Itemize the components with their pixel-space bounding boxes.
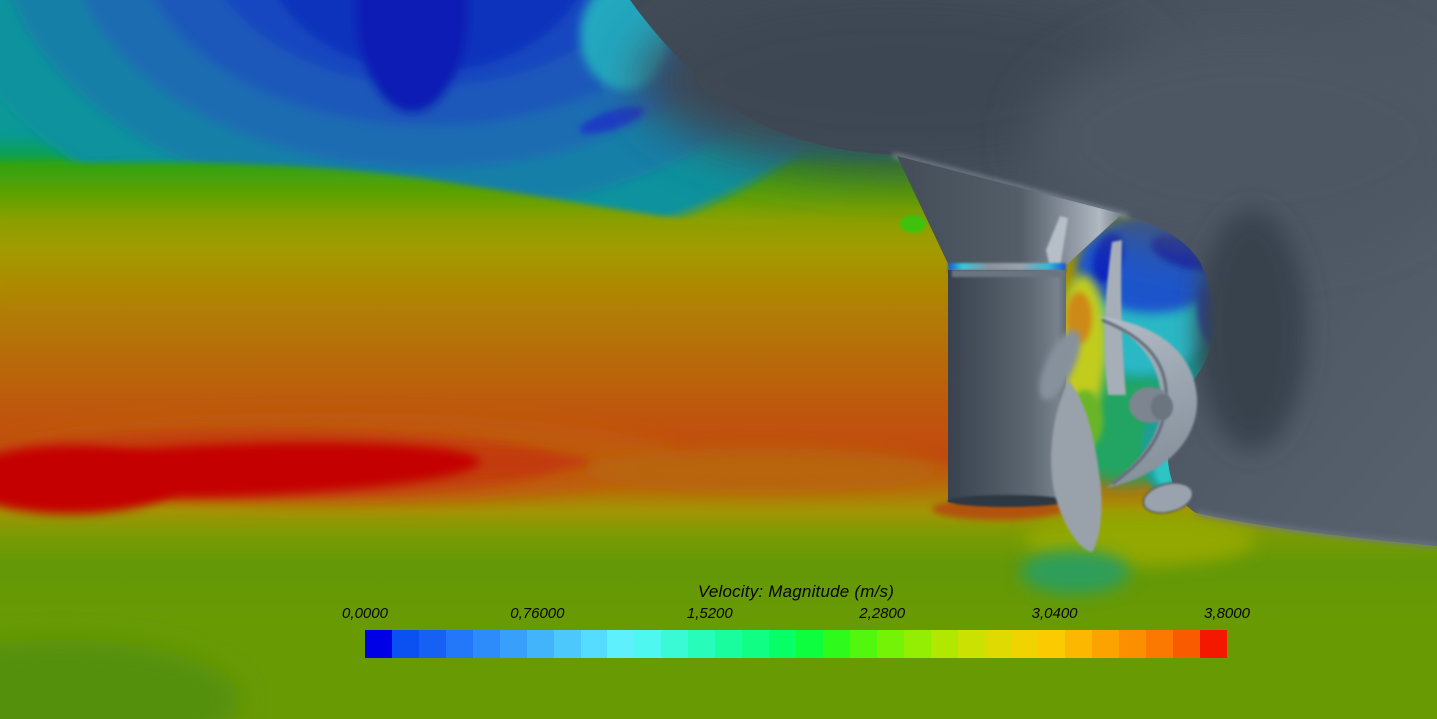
cfd-viewport[interactable]: Velocity: Magnitude (m/s) 0,00000,760001… <box>0 0 1437 719</box>
propeller-hub-cap <box>1151 394 1173 420</box>
contour-blob <box>580 448 940 492</box>
hull-skeg-shadow <box>1197 210 1307 450</box>
contour-blob <box>1020 550 1130 594</box>
contour-blob <box>900 215 926 233</box>
pod-upper-lip <box>952 270 1062 277</box>
pod-bottom-shadow <box>948 495 1066 507</box>
cfd-scene-render <box>0 0 1437 719</box>
